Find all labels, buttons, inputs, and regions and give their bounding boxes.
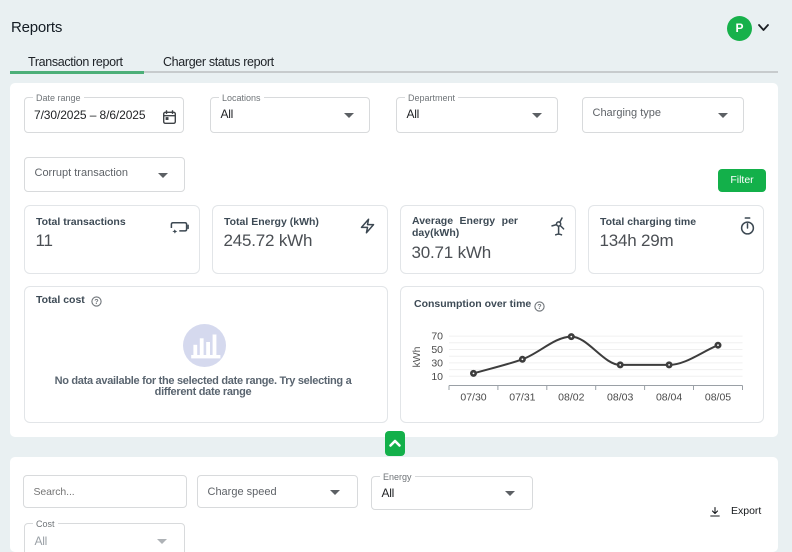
svg-text:08/04: 08/04 <box>656 392 682 404</box>
svg-text:10: 10 <box>431 371 443 383</box>
svg-text:08/02: 08/02 <box>558 392 584 404</box>
svg-text:07/30: 07/30 <box>460 392 486 404</box>
svg-text:70: 70 <box>431 331 443 343</box>
svg-text:08/05: 08/05 <box>705 392 731 404</box>
svg-text:30: 30 <box>431 357 443 369</box>
svg-text:?: ? <box>94 297 98 306</box>
svg-text:07/31: 07/31 <box>509 392 535 404</box>
svg-text:50: 50 <box>431 344 443 356</box>
svg-text:kWh: kWh <box>411 346 423 367</box>
svg-text:08/03: 08/03 <box>607 392 633 404</box>
